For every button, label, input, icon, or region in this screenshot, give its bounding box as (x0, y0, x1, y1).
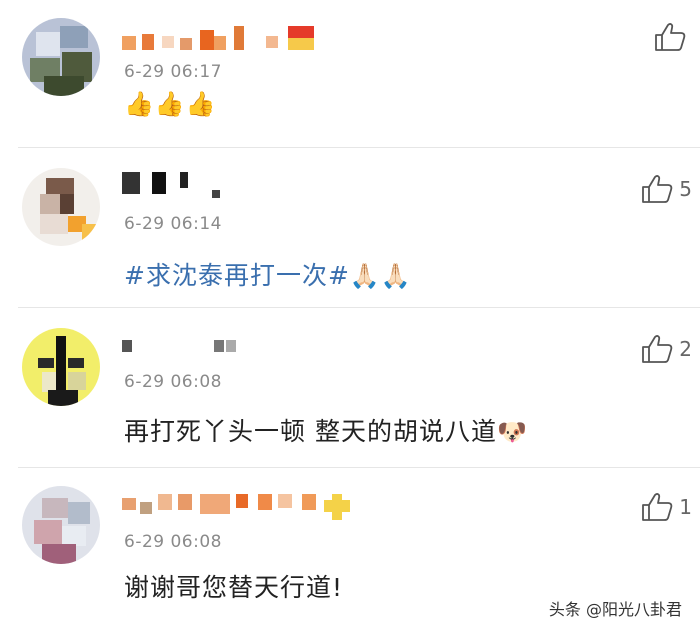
comment-item: 6-29 06:08 再打死丫头一顿 整天的胡说八道🐶 2 (0, 308, 700, 468)
comment-text: 谢谢哥您替天行道! (124, 568, 343, 604)
like-count: 2 (679, 337, 692, 361)
username-obscured[interactable] (122, 334, 262, 360)
doge-emoji: 🐶 (496, 418, 528, 446)
comment-time: 6-29 06:08 (124, 532, 222, 552)
avatar[interactable] (22, 18, 100, 96)
username-obscured[interactable] (122, 486, 372, 520)
comment-item: 6-29 06:17 👍👍👍 (0, 0, 700, 148)
comment-time: 6-29 06:14 (124, 214, 222, 234)
comment-item: 6-29 06:14 #求沈泰再打一次#🙏🏻🙏🏻 5 (0, 148, 700, 308)
comment-body: 谢谢哥您替天行道! (124, 573, 344, 602)
username-obscured[interactable] (122, 26, 322, 52)
comment-body: 再打死丫头一顿 整天的胡说八道 (124, 417, 497, 446)
pray-emoji: 🙏🏻🙏🏻 (349, 262, 412, 290)
like-button[interactable]: 2 (641, 334, 692, 364)
thumbs-up-icon (642, 175, 673, 203)
like-count: 5 (679, 177, 692, 201)
thumbs-up-emoji: 👍👍👍 (124, 90, 217, 118)
avatar[interactable] (22, 168, 100, 246)
comment-text: #求沈泰再打一次#🙏🏻🙏🏻 (124, 256, 412, 292)
comment-time: 6-29 06:08 (124, 372, 222, 392)
like-count: 1 (679, 495, 692, 519)
like-button[interactable]: 1 (641, 492, 692, 522)
username-obscured[interactable] (122, 170, 232, 198)
avatar[interactable] (22, 486, 100, 564)
thumbs-up-icon (642, 335, 673, 363)
comment-time: 6-29 06:17 (124, 62, 222, 82)
like-button[interactable]: 5 (641, 174, 692, 204)
like-button[interactable] (654, 22, 692, 52)
thumbs-up-icon (642, 493, 673, 521)
avatar[interactable] (22, 328, 100, 406)
comment-text: 再打死丫头一顿 整天的胡说八道🐶 (124, 412, 528, 448)
watermark: 头条 @阳光八卦君 (544, 594, 686, 622)
comment-text: 👍👍👍 (124, 90, 217, 118)
topic-hashtag[interactable]: #求沈泰再打一次# (124, 261, 350, 290)
thumbs-up-icon (655, 23, 686, 51)
